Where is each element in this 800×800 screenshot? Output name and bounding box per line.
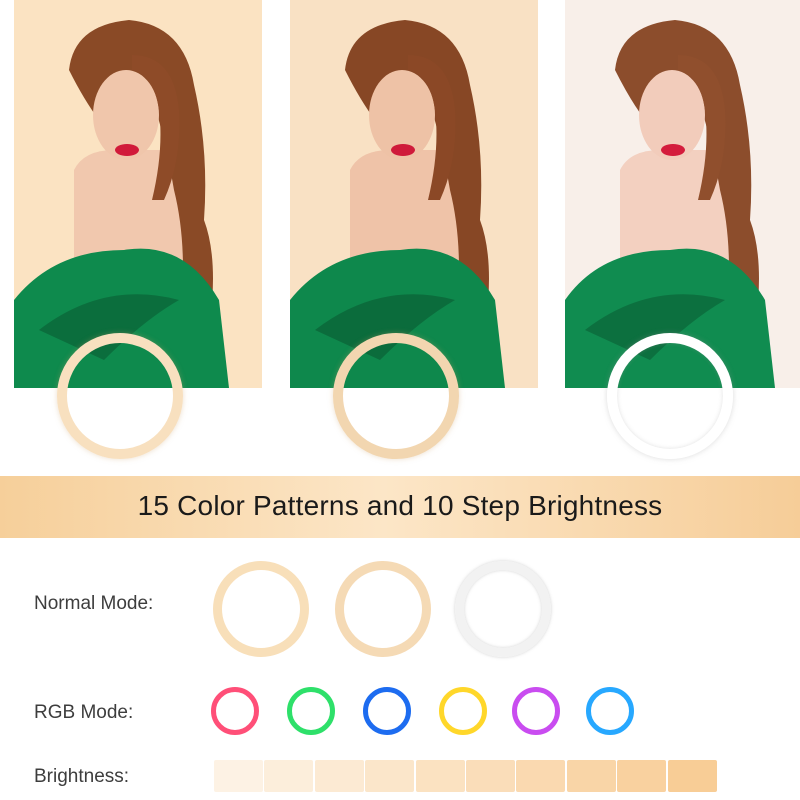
brightness-label: Brightness: (34, 766, 130, 787)
neutral-light-photo (290, 0, 538, 388)
normal-cool-ring (455, 561, 551, 657)
title-banner: 15 Color Patterns and 10 Step Brightness (0, 476, 800, 538)
brightness-step (617, 760, 667, 792)
brightness-step (214, 760, 263, 792)
brightness-step (466, 760, 515, 792)
neutral-ring-light (333, 333, 459, 459)
rgb-mode-label: RGB Mode: (34, 702, 134, 723)
warm-ring-light (57, 333, 183, 459)
rgb-cyan-ring (586, 687, 634, 735)
brightness-step (566, 760, 616, 792)
brightness-step (415, 760, 465, 792)
normal-mode-label: Normal Mode: (34, 593, 154, 614)
brightness-step (264, 760, 314, 792)
normal-warm-ring (213, 561, 309, 657)
normal-neutral-ring (335, 561, 431, 657)
rgb-yellow-ring (439, 687, 487, 735)
cool-ring-light (607, 333, 733, 459)
rgb-blue-ring (363, 687, 411, 735)
rgb-purple-ring (512, 687, 560, 735)
warm-light-photo (14, 0, 262, 388)
photo-row (0, 0, 800, 388)
brightness-step (365, 760, 415, 792)
brightness-step (667, 760, 717, 792)
brightness-step (314, 760, 364, 792)
cool-light-photo (565, 0, 800, 388)
brightness-scale (214, 760, 717, 792)
rgb-red-ring (211, 687, 259, 735)
brightness-step (516, 760, 566, 792)
banner-title: 15 Color Patterns and 10 Step Brightness (137, 490, 663, 521)
rgb-green-ring (287, 687, 335, 735)
